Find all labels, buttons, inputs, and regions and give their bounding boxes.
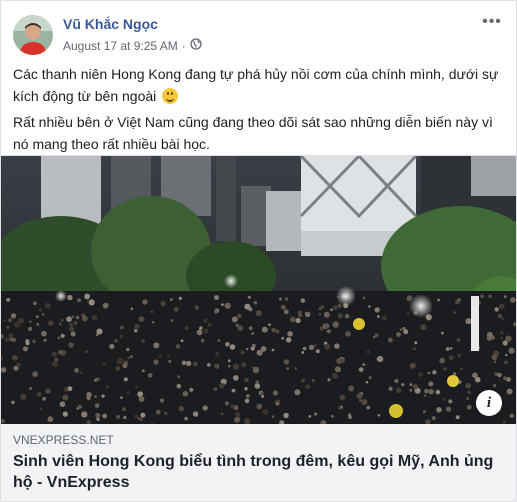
avatar[interactable] (13, 15, 53, 55)
post-paragraph: Rất nhiều bên ở Việt Nam cũng đang theo … (13, 114, 493, 152)
more-options-icon[interactable]: ••• (480, 13, 504, 33)
globe-icon (190, 38, 202, 53)
author-name[interactable]: Vũ Khắc Ngọc (63, 16, 158, 32)
post-paragraph: Các thanh niên Hong Kong đang tự phá hủy… (13, 63, 504, 107)
post-header: Vũ Khắc Ngọc August 17 at 9:25 AM · ••• (13, 13, 504, 57)
post-timestamp[interactable]: August 17 at 9:25 AM (63, 39, 178, 53)
link-preview[interactable]: VNEXPRESS.NET Sinh viên Hong Kong biểu t… (1, 424, 516, 501)
post-paragraph-text: Các thanh niên Hong Kong đang tự phá hủy… (13, 66, 499, 104)
link-title[interactable]: Sinh viên Hong Kong biểu tình trong đêm,… (13, 451, 504, 493)
link-domain: VNEXPRESS.NET (13, 433, 114, 447)
smiling-face-icon (162, 88, 179, 104)
post-body: Các thanh niên Hong Kong đang tự phá hủy… (13, 63, 504, 159)
meta-separator: · (181, 38, 186, 53)
post-card: Vũ Khắc Ngọc August 17 at 9:25 AM · ••• … (0, 0, 517, 502)
info-icon[interactable]: i (476, 390, 502, 416)
link-preview-image[interactable]: i (1, 155, 516, 425)
post-meta: August 17 at 9:25 AM · (63, 38, 202, 53)
